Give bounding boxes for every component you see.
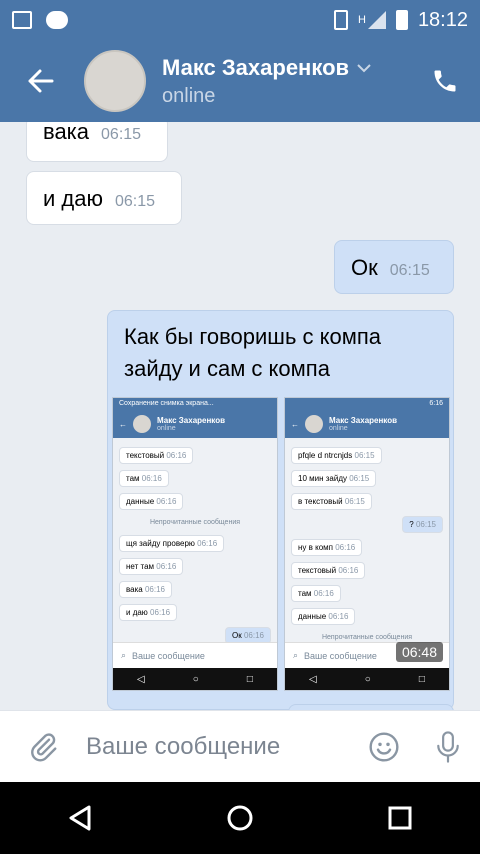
network-type: H bbox=[357, 14, 366, 26]
shot-separator: Непрочитанные сообщения bbox=[321, 634, 413, 641]
shot-status-text: Сохранение снимка экрана... bbox=[119, 400, 214, 407]
message-time: 06:15 bbox=[389, 262, 430, 279]
video-duration: 06:48 bbox=[395, 642, 443, 662]
microphone-button[interactable] bbox=[416, 711, 480, 783]
shot-message: в текстовый 06:15 bbox=[291, 493, 372, 510]
shot-nav-bar: ◁ ○ □ bbox=[285, 668, 449, 690]
message-bubble-with-attachments[interactable]: Как бы говоришь с компа зайду и сам с ко… bbox=[107, 310, 454, 710]
shot-message: данные 06:16 bbox=[119, 493, 184, 510]
microphone-icon bbox=[437, 730, 459, 763]
image-icon bbox=[12, 11, 32, 29]
shot-input-placeholder: Ваше сообщение bbox=[132, 650, 205, 661]
nav-home-icon bbox=[227, 805, 253, 831]
shot-avatar bbox=[133, 415, 151, 433]
shot-nav-bar: ◁ ○ □ bbox=[113, 668, 277, 690]
shot-contact-status: online bbox=[329, 425, 348, 432]
message-bubble[interactable]: Ок 06:15 bbox=[334, 240, 454, 294]
shot-status-time: 6:16 bbox=[429, 400, 443, 407]
nav-recents-icon bbox=[388, 806, 412, 830]
shot-message: ну в комп 06:16 bbox=[291, 539, 363, 556]
message-bubble[interactable]: вака 06:15 bbox=[26, 122, 168, 162]
back-arrow-icon bbox=[28, 69, 54, 93]
contact-info[interactable]: Макс Захаренков online bbox=[162, 55, 371, 108]
nav-recents-button[interactable] bbox=[370, 788, 430, 848]
shot-contact-status: online bbox=[157, 425, 176, 432]
nav-back-button[interactable] bbox=[50, 788, 110, 848]
call-button[interactable] bbox=[410, 40, 480, 122]
shot-input-placeholder: Ваше сообщение bbox=[304, 650, 377, 661]
shot-message: текстовый 06:16 bbox=[119, 447, 194, 464]
attached-screenshot[interactable]: Сохранение снимка экрана... ← Макс Захар… bbox=[112, 397, 278, 691]
shot-contact-name: Макс Захаренков bbox=[329, 416, 398, 425]
vibrate-icon bbox=[333, 10, 348, 30]
nav-home-button[interactable] bbox=[210, 788, 270, 848]
message-text: и даю bbox=[43, 186, 103, 211]
message-text: Ок bbox=[351, 255, 378, 280]
attach-button[interactable] bbox=[0, 711, 86, 783]
message-time: 06:15 bbox=[101, 126, 142, 143]
shot-message: там 06:16 bbox=[119, 470, 169, 487]
chevron-down-icon bbox=[357, 63, 371, 72]
shot-contact-name: Макс Захаренков bbox=[157, 416, 226, 425]
chat-header: Макс Захаренков online bbox=[0, 40, 480, 122]
shot-separator: Непрочитанные сообщения bbox=[149, 519, 241, 526]
contact-name: Макс Захаренков bbox=[162, 54, 350, 80]
shot-paperclip-icon: ⌕ bbox=[121, 650, 127, 660]
battery-icon bbox=[395, 10, 408, 30]
message-text: Как бы говоришь с компа зайду и сам с ко… bbox=[124, 324, 382, 381]
message-time: 06:15 bbox=[114, 193, 156, 210]
shot-message: текстовый 06:16 bbox=[291, 562, 366, 579]
back-button[interactable] bbox=[0, 40, 80, 122]
clock: 18:12 bbox=[417, 8, 468, 31]
shot-message: нет там 06:16 bbox=[119, 558, 184, 575]
nav-back-icon bbox=[69, 805, 91, 831]
contact-status: online bbox=[162, 84, 216, 107]
shot-back-icon: ← bbox=[119, 419, 127, 429]
shot-message: щя зайду проверю 06:16 bbox=[119, 535, 225, 552]
shot-message: и даю 06:16 bbox=[119, 604, 178, 621]
shot-paperclip-icon: ⌕ bbox=[293, 650, 299, 660]
shot-message: pfqle d ntrcnjds 06:15 bbox=[291, 447, 382, 464]
chat-bubble-icon bbox=[46, 11, 68, 29]
system-nav-bar bbox=[0, 782, 480, 854]
shot-message-out: ? 06:15 bbox=[402, 516, 443, 533]
shot-message: вака 06:16 bbox=[119, 581, 172, 598]
smiley-icon bbox=[369, 731, 399, 762]
shot-back-icon: ← bbox=[291, 419, 299, 429]
emoji-button[interactable] bbox=[352, 711, 416, 783]
shot-message: данные 06:16 bbox=[291, 608, 356, 625]
message-list[interactable]: вака 06:15 и даю 06:15 Ок 06:15 Как бы гово… bbox=[0, 122, 480, 710]
paperclip-icon bbox=[31, 732, 57, 761]
message-bubble[interactable]: и даю 06:15 bbox=[26, 171, 182, 225]
shot-message: 10 мин зайду 06:15 bbox=[291, 470, 377, 487]
shot-message: там 06:16 bbox=[291, 585, 341, 602]
attached-screenshot[interactable]: 6:16 ← Макс Захаренков online pfqle d nt… bbox=[284, 397, 450, 691]
avatar[interactable] bbox=[84, 50, 146, 112]
status-bar: H 18:12 bbox=[0, 0, 480, 40]
message-text: вака bbox=[43, 122, 90, 144]
composer: Ваше сообщение bbox=[0, 710, 480, 782]
phone-icon bbox=[434, 70, 456, 92]
signal-icon bbox=[367, 11, 386, 29]
shot-avatar bbox=[305, 415, 323, 433]
message-input[interactable]: Ваше сообщение bbox=[86, 711, 352, 783]
